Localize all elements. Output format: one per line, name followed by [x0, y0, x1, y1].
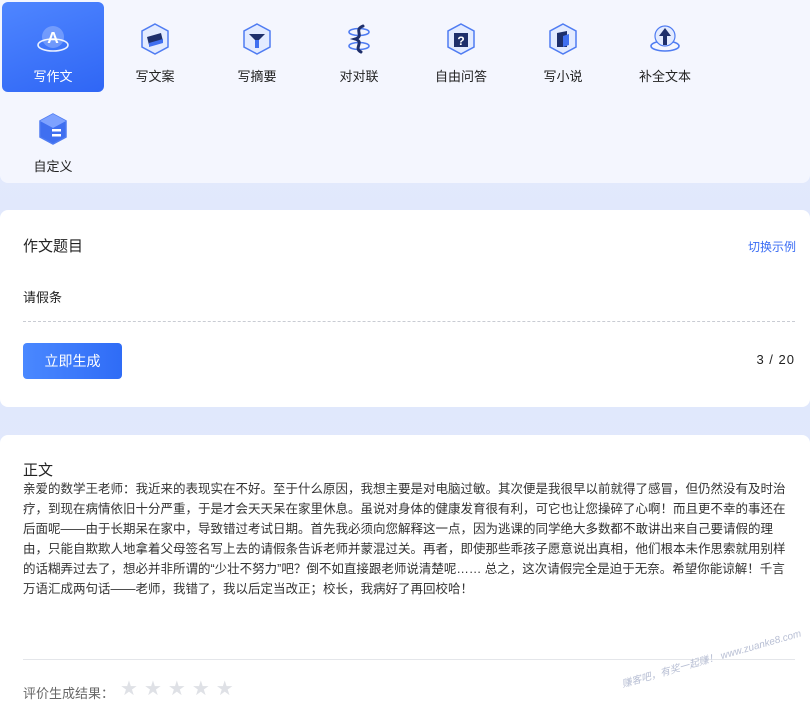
mode-label: 自定义	[33, 159, 73, 174]
compose-essay-icon: A	[35, 21, 71, 57]
topic-card: 作文题目 切换示例 立即生成 3 / 20	[0, 210, 810, 407]
generate-button[interactable]: 立即生成	[23, 343, 122, 379]
mode-label: 写作文	[33, 69, 73, 84]
star-icon[interactable]: ★	[216, 679, 234, 699]
topic-input[interactable]	[23, 272, 795, 322]
star-icon[interactable]: ★	[144, 679, 162, 699]
copywriting-icon	[137, 21, 173, 57]
mode-label: 自由问答	[434, 69, 487, 84]
body-text: 亲爱的数学王老师：我近来的表现实在不好。至于什么原因，我想主要是对电脑过敏。其次…	[23, 482, 786, 596]
mode-novel[interactable]: 写小说	[512, 2, 614, 92]
svg-text:?: ?	[457, 34, 464, 48]
mode-custom[interactable]: 自定义	[2, 92, 104, 182]
char-counter: 3 / 20	[756, 352, 795, 367]
couplet-icon	[341, 21, 377, 57]
mode-label: 对对联	[339, 69, 379, 84]
body-card: 正文 亲爱的数学王老师：我近来的表现实在不好。至于什么原因，我想主要是对电脑过敏…	[0, 435, 810, 717]
star-icon[interactable]: ★	[192, 679, 210, 699]
body-title: 正文	[23, 462, 54, 479]
mode-free-qa[interactable]: ? 自由问答	[410, 2, 512, 92]
switch-example-link[interactable]: 切换示例	[748, 238, 796, 255]
rating-stars: ★ ★ ★ ★ ★	[120, 679, 234, 699]
complete-text-icon	[647, 21, 683, 57]
mode-panel: A 写作文 写文案 写摘要 对对联 ? 自由问答 写小说 补全文本 自定义	[0, 0, 810, 183]
star-icon[interactable]: ★	[120, 679, 138, 699]
mode-label: 补全文本	[638, 69, 691, 84]
summary-icon	[239, 21, 275, 57]
mode-couplet[interactable]: 对对联	[308, 2, 410, 92]
star-icon[interactable]: ★	[168, 679, 186, 699]
question-icon: ?	[443, 21, 479, 57]
topic-title: 作文题目	[23, 238, 84, 255]
mode-label: 写摘要	[237, 69, 277, 84]
rating-label: 评价生成结果：	[23, 686, 115, 701]
mode-compose-essay[interactable]: A 写作文	[2, 2, 104, 92]
svg-text:A: A	[47, 30, 59, 47]
mode-summary[interactable]: 写摘要	[206, 2, 308, 92]
mode-label: 写文案	[135, 69, 175, 84]
mode-copywriting[interactable]: 写文案	[104, 2, 206, 92]
mode-complete-text[interactable]: 补全文本	[614, 2, 716, 92]
novel-icon	[545, 21, 581, 57]
mode-label: 写小说	[543, 69, 583, 84]
custom-icon	[35, 111, 71, 147]
